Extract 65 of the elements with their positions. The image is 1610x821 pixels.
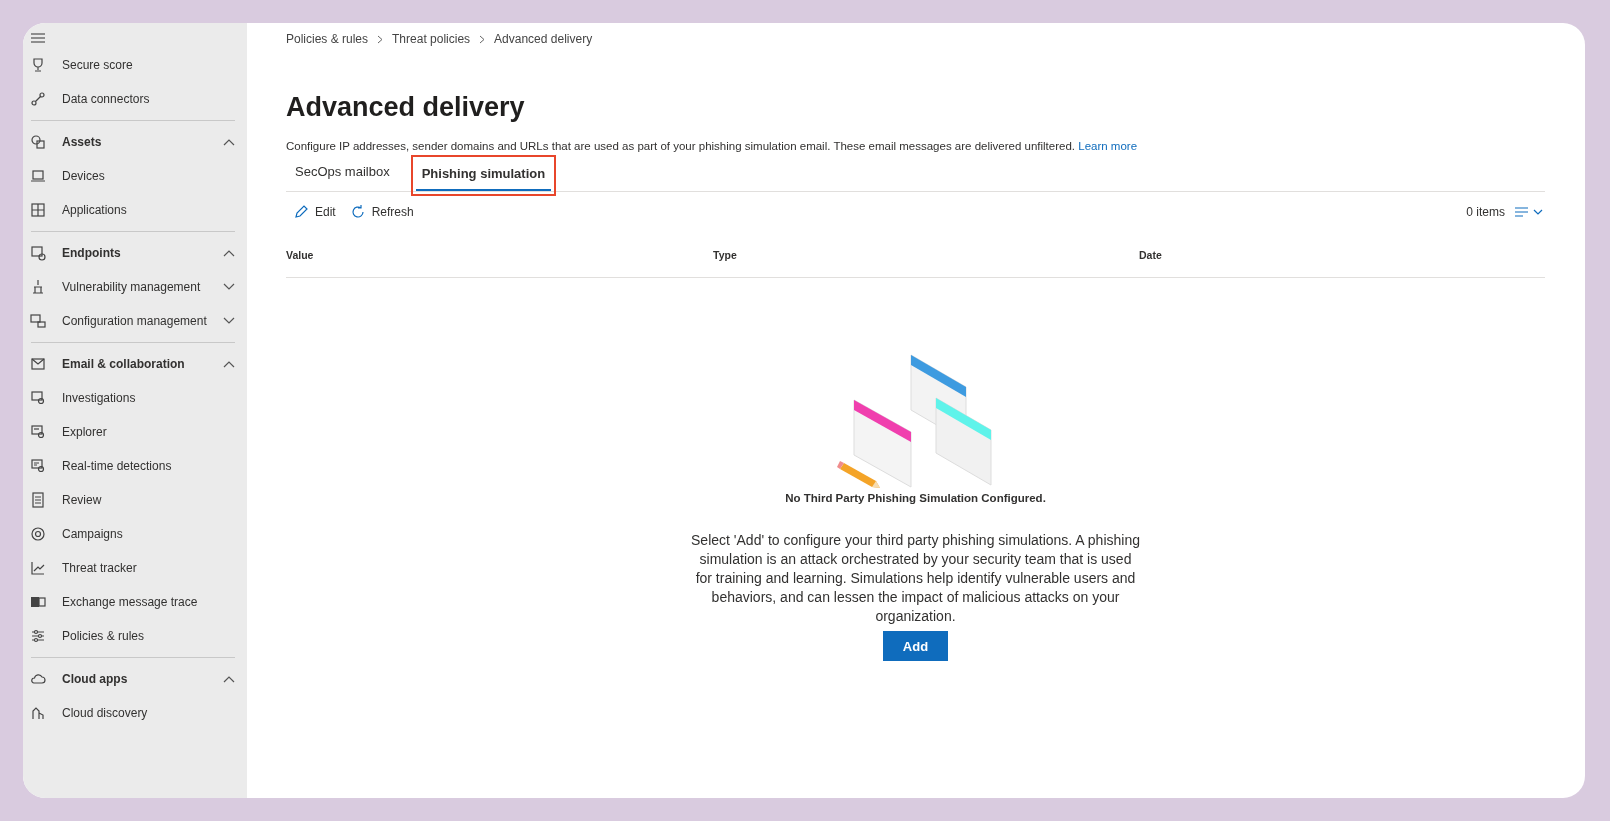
nav-item[interactable]: Exchange message trace xyxy=(23,585,247,619)
chat-search-icon xyxy=(30,390,46,406)
breadcrumb-link[interactable]: Advanced delivery xyxy=(494,32,593,46)
item-count: 0 items xyxy=(1466,205,1505,219)
nav-section[interactable]: Email & collaboration xyxy=(23,347,247,381)
nav-item[interactable]: Explorer xyxy=(23,415,247,449)
page-title: Advanced delivery xyxy=(286,92,526,124)
pencil-icon xyxy=(293,204,309,220)
assets-icon xyxy=(30,134,46,150)
column-header[interactable]: Value xyxy=(286,248,713,261)
add-button[interactable]: Add xyxy=(883,631,948,661)
learn-more-link[interactable]: Learn more xyxy=(1078,140,1138,152)
refresh-icon xyxy=(349,204,366,220)
endpoint-icon xyxy=(30,245,46,261)
breadcrumb-link[interactable]: Threat policies xyxy=(392,32,471,46)
chevron-icon[interactable] xyxy=(223,675,235,683)
chevron-icon[interactable] xyxy=(223,360,235,368)
nav-item[interactable]: Campaigns xyxy=(23,517,247,551)
cloud-icon xyxy=(30,671,46,687)
nav-item[interactable]: Secure score xyxy=(23,48,247,82)
nav-item[interactable]: Review xyxy=(23,483,247,517)
column-header[interactable]: Date xyxy=(1139,248,1545,261)
document-icon xyxy=(30,492,46,508)
connector-icon xyxy=(30,91,46,107)
trophy-icon xyxy=(30,57,46,73)
chat-search-icon xyxy=(30,458,46,474)
toolbar-button[interactable]: Refresh xyxy=(342,197,421,227)
breadcrumb-link[interactable]: Policies & rules xyxy=(286,32,369,46)
target-icon xyxy=(30,526,46,542)
nav-section[interactable]: Cloud apps xyxy=(23,662,247,696)
empty-state-text: Select 'Add' to configure your third party phishing simulations. A phishing simulation is an attack orchestrated by your security team that is used for training and learning. Simulations help identify vulnerable users and behaviors, and can lessen the impact of malicious attacks on your organization. xyxy=(690,531,1141,626)
chevron-icon xyxy=(479,34,486,44)
monitor-icon xyxy=(30,313,46,329)
nav-item[interactable]: Policies & rules xyxy=(23,619,247,653)
nav-section[interactable]: Endpoints xyxy=(23,236,247,270)
nav-item[interactable]: Data connectors xyxy=(23,82,247,116)
mail-icon xyxy=(30,356,46,372)
column-header[interactable]: Type xyxy=(713,248,1139,261)
page-description: Configure IP addresses, sender domains and URLs that are used as part of your phishing simulation email. These email messages are delivered unfiltered. Learn more xyxy=(286,140,1139,152)
view-options-icon[interactable] xyxy=(1515,206,1545,218)
tab[interactable]: SecOps mailbox xyxy=(289,158,396,189)
grid-icon xyxy=(30,202,46,218)
nav-item[interactable]: Applications xyxy=(23,193,247,227)
chevron-icon[interactable] xyxy=(223,138,235,146)
chart-icon xyxy=(30,560,46,576)
chevron-icon xyxy=(377,34,384,44)
nav-item[interactable]: Real-time detections xyxy=(23,449,247,483)
nav-item[interactable]: Investigations xyxy=(23,381,247,415)
nav-section[interactable]: Assets xyxy=(23,125,247,159)
nav-item[interactable]: Devices xyxy=(23,159,247,193)
laptop-icon xyxy=(30,168,46,184)
nav-item[interactable]: Cloud discovery xyxy=(23,696,247,730)
chevron-icon[interactable] xyxy=(223,283,235,291)
menu-icon[interactable] xyxy=(31,32,45,44)
empty-state-title: No Third Party Phishing Simulation Configured. xyxy=(785,492,1046,504)
nav-item[interactable]: Vulnerability management xyxy=(23,270,247,304)
chat-search-icon xyxy=(30,424,46,440)
sliders-icon xyxy=(30,628,46,644)
chevron-icon[interactable] xyxy=(223,249,235,257)
nav-item[interactable]: Configuration management xyxy=(23,304,247,338)
nav-item[interactable]: Threat tracker xyxy=(23,551,247,585)
chevron-icon[interactable] xyxy=(223,317,235,325)
toolbar-button[interactable]: Edit xyxy=(286,197,343,227)
exchange-icon xyxy=(30,594,46,610)
tab[interactable]: Phishing simulation xyxy=(415,160,552,191)
